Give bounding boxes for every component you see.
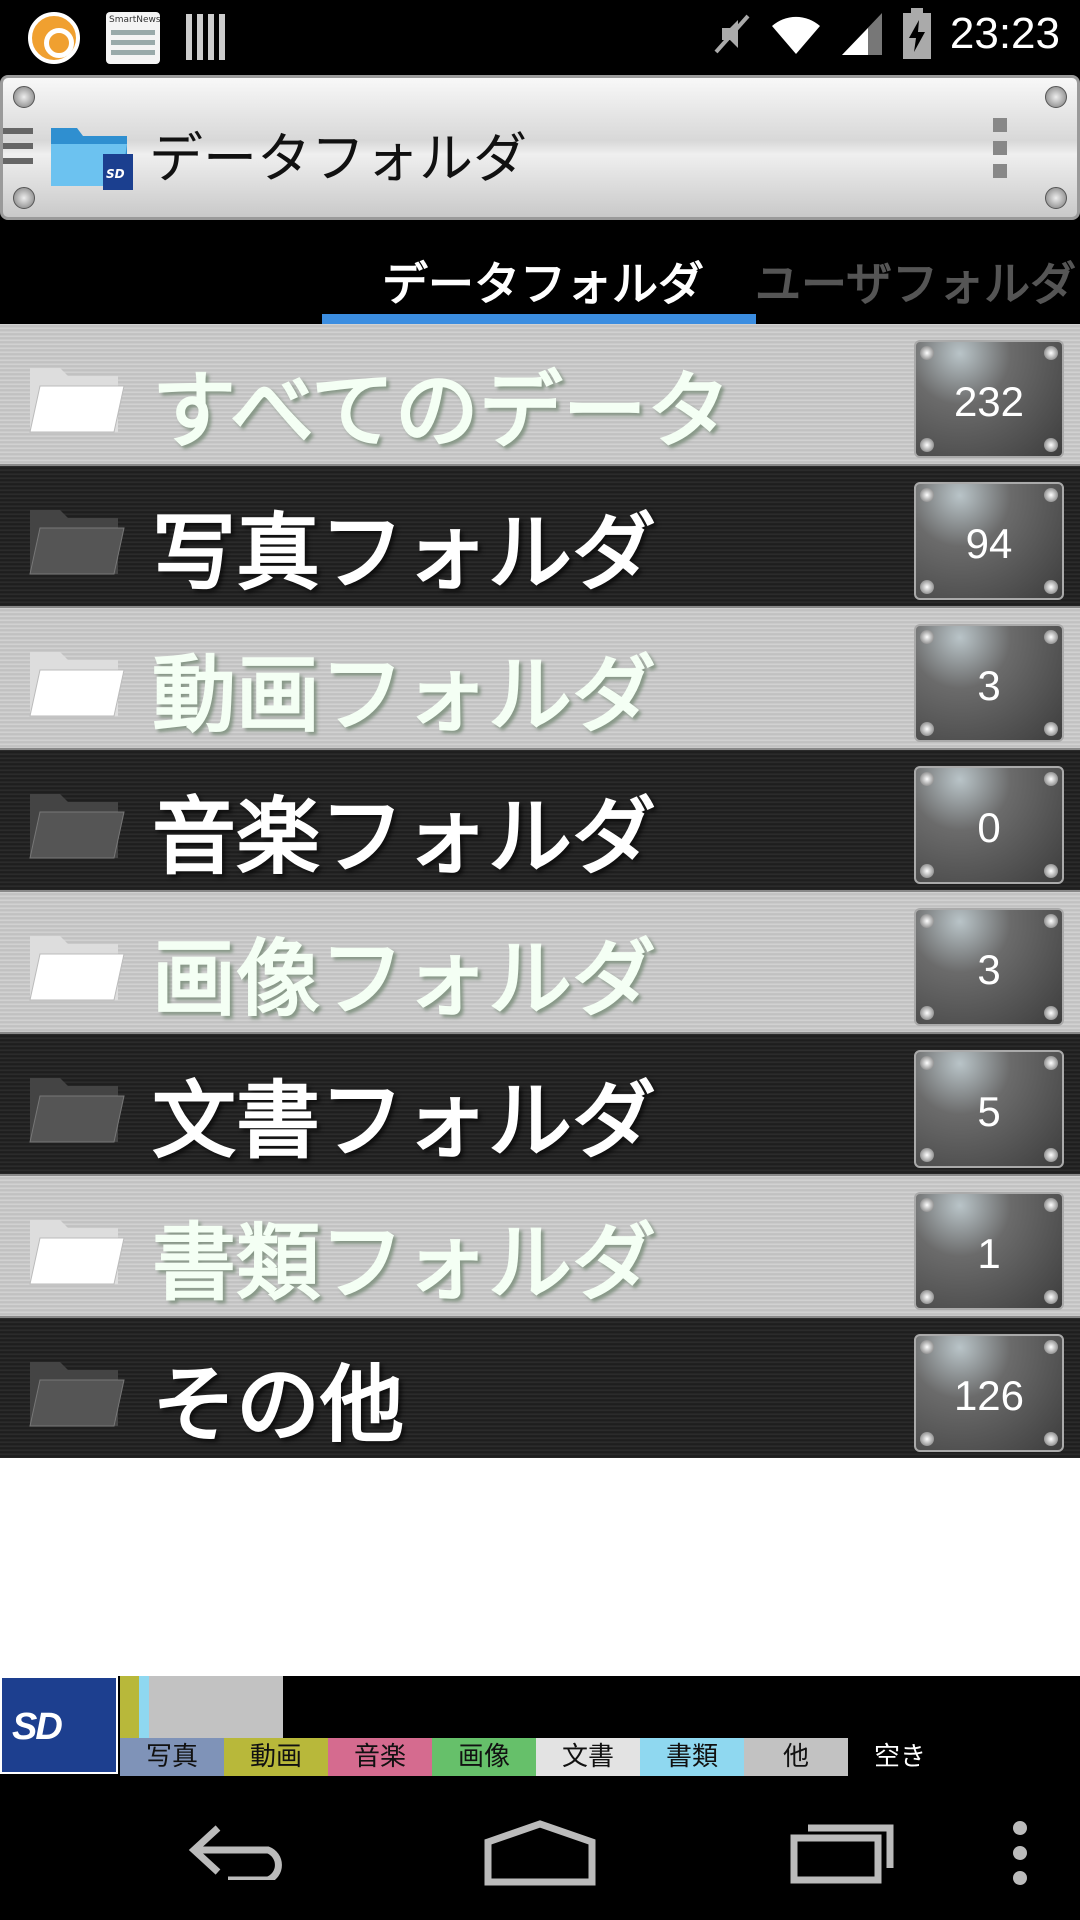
tab-user-folder[interactable]: ユーザフォルダ: [755, 248, 1076, 314]
folder-count-badge: 94: [914, 482, 1064, 600]
legend-other: 他: [744, 1738, 848, 1776]
usage-segment: [149, 1676, 283, 1738]
folder-count: 5: [977, 1088, 1001, 1135]
folder-count-badge: 3: [914, 908, 1064, 1026]
folder-row-videos[interactable]: 動画フォルダ 3: [0, 608, 1080, 750]
folder-count: 3: [977, 662, 1001, 709]
signal-icon: [841, 13, 882, 55]
page-title: データフォルダ: [149, 127, 527, 190]
app-folder-sd-icon[interactable]: SD: [47, 114, 135, 192]
sd-card-icon: SD: [0, 1676, 118, 1774]
folder-count-badge: 5: [914, 1050, 1064, 1168]
folder-row-papers[interactable]: 書類フォルダ 1: [0, 1176, 1080, 1318]
svg-text:SD: SD: [106, 167, 125, 181]
usage-segment: [139, 1676, 149, 1738]
storage-legend: 写真 動画 音楽 画像 文書 書類 他 空き: [120, 1738, 952, 1776]
back-icon[interactable]: [188, 1822, 290, 1880]
folder-count-badge: 3: [914, 624, 1064, 742]
folder-label: 画像フォルダ: [152, 930, 657, 1028]
legend-papers: 書類: [640, 1738, 744, 1776]
legend-videos: 動画: [224, 1738, 328, 1776]
folder-count: 94: [965, 520, 1013, 567]
menu-icon[interactable]: [1010, 1820, 1030, 1886]
folder-row-music[interactable]: 音楽フォルダ 0: [0, 750, 1080, 892]
action-bar: SD データフォルダ: [0, 75, 1080, 220]
clock: 23:23: [949, 9, 1060, 58]
folder-count-badge: 0: [914, 766, 1064, 884]
usage-segment: [120, 1676, 139, 1738]
wifi-icon: [771, 16, 820, 54]
folder-label: 音楽フォルダ: [152, 788, 657, 886]
folder-label: 書類フォルダ: [152, 1214, 657, 1312]
folder-icon: [29, 1220, 125, 1285]
folder-list: すべてのデータ 232 写真フォルダ 94 動画フォルダ 3 音楽フォルダ 0 …: [0, 324, 1080, 1460]
folder-count: 3: [977, 946, 1001, 993]
sd-badge-label: SD: [12, 1706, 63, 1748]
storage-usage-bar[interactable]: SD 写真 動画 音楽 画像 文書 書類 他 空き: [0, 1676, 1080, 1776]
mute-icon: [714, 14, 750, 54]
active-tab-indicator: [322, 314, 756, 324]
folder-label: その他: [152, 1356, 405, 1454]
legend-music: 音楽: [328, 1738, 432, 1776]
smartnews-icon: SmartNews: [106, 12, 160, 64]
drawer-menu-icon[interactable]: [3, 128, 33, 173]
folder-row-all-data[interactable]: すべてのデータ 232: [0, 324, 1080, 466]
folder-icon: [29, 1362, 125, 1427]
folder-count-badge: 232: [914, 340, 1064, 458]
tab-data-folder[interactable]: データフォルダ: [382, 248, 704, 314]
app-notification-icon: [28, 12, 80, 64]
barcode-icon: [186, 14, 225, 62]
screw-decoration: [13, 187, 35, 209]
folder-icon: [29, 794, 125, 859]
folder-row-other[interactable]: その他 126: [0, 1318, 1080, 1460]
folder-count-badge: 1: [914, 1192, 1064, 1310]
battery-charging-icon: [902, 8, 931, 59]
folder-count-badge: 126: [914, 1334, 1064, 1452]
folder-label: 文書フォルダ: [152, 1072, 657, 1170]
empty-area: [0, 1458, 1080, 1676]
folder-icon: [29, 652, 125, 717]
folder-count: 232: [953, 378, 1025, 425]
folder-count: 0: [977, 804, 1001, 851]
folder-icon: [29, 510, 125, 575]
legend-images: 画像: [432, 1738, 536, 1776]
folder-label: 写真フォルダ: [152, 504, 657, 602]
folder-count: 126: [953, 1372, 1025, 1419]
screw-decoration: [1045, 86, 1067, 108]
overflow-menu-icon[interactable]: [993, 118, 1007, 187]
folder-label: 動画フォルダ: [152, 646, 657, 744]
folder-row-images[interactable]: 画像フォルダ 3: [0, 892, 1080, 1034]
folder-count: 1: [977, 1230, 1001, 1277]
screw-decoration: [1045, 187, 1067, 209]
legend-free: 空き: [873, 1742, 926, 1772]
folder-row-documents[interactable]: 文書フォルダ 5: [0, 1034, 1080, 1176]
legend-documents: 文書: [536, 1738, 640, 1776]
folder-label: すべてのデータ: [152, 362, 731, 460]
home-icon[interactable]: [484, 1820, 596, 1886]
smartnews-label: SmartNews: [109, 15, 160, 25]
folder-icon: [29, 1078, 125, 1143]
tab-bar: データフォルダ ユーザフォルダ: [0, 220, 1080, 324]
recents-icon[interactable]: [790, 1822, 896, 1884]
status-bar: SmartNews 23:23: [0, 0, 1080, 75]
folder-icon: [29, 368, 125, 433]
screw-decoration: [13, 86, 35, 108]
folder-row-photos[interactable]: 写真フォルダ 94: [0, 466, 1080, 608]
navigation-bar: [0, 1776, 1080, 1920]
folder-icon: [29, 936, 125, 1001]
legend-photos: 写真: [120, 1738, 224, 1776]
